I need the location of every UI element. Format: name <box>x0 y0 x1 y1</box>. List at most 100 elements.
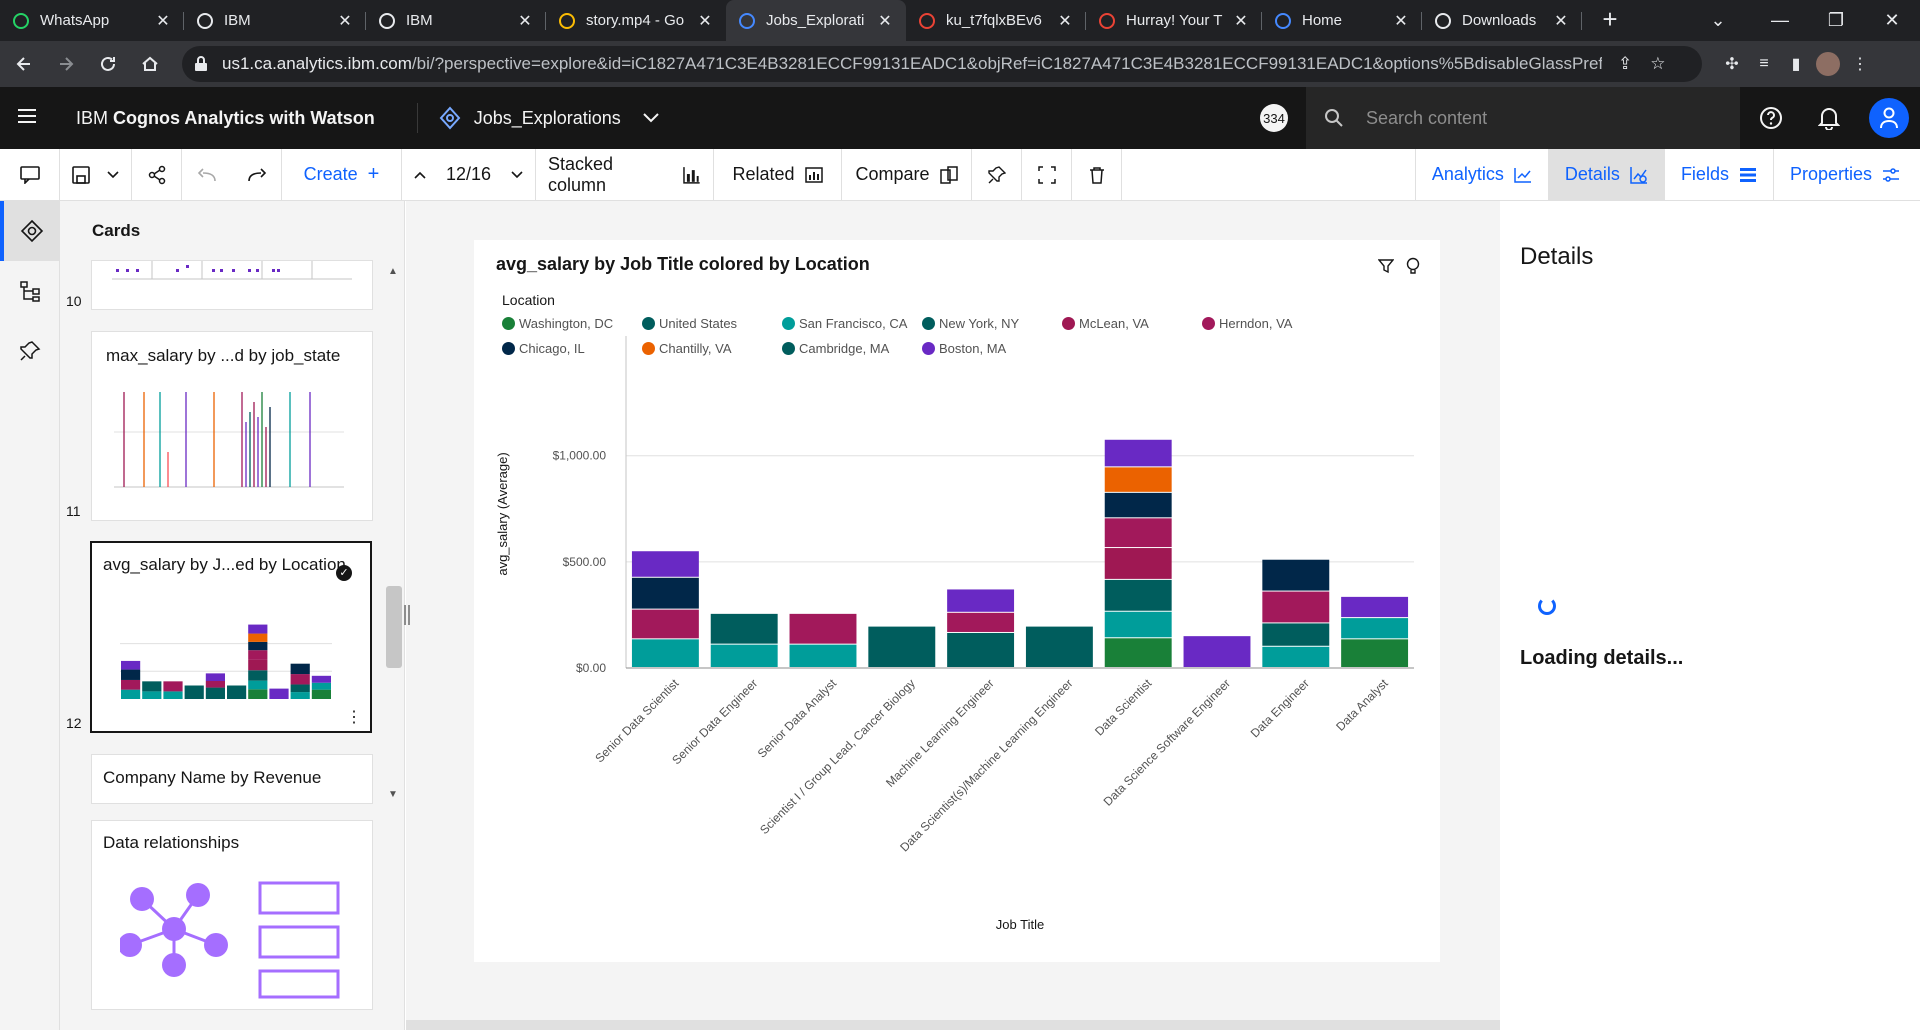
browser-tab[interactable]: Home ✕ <box>1262 0 1422 41</box>
tab-fields[interactable]: Fields <box>1663 148 1773 201</box>
notification-bell-icon[interactable] <box>1798 87 1860 149</box>
user-avatar-icon[interactable] <box>1858 87 1920 149</box>
browser-tab[interactable]: Downloads ✕ <box>1422 0 1582 41</box>
comment-icon[interactable] <box>0 148 60 201</box>
scroll-up-icon[interactable]: ▲ <box>388 266 398 277</box>
page-navigator[interactable]: 12/16 <box>402 148 536 201</box>
bar-segment[interactable] <box>1341 639 1409 667</box>
hamburger-menu-icon[interactable] <box>18 108 38 129</box>
bar-segment[interactable] <box>1025 626 1093 667</box>
delete-icon[interactable] <box>1072 148 1122 201</box>
save-icon[interactable] <box>72 165 90 184</box>
bar-segment[interactable] <box>947 632 1015 667</box>
panel-resize-handle[interactable] <box>404 605 410 625</box>
tab-details[interactable]: Details <box>1547 148 1664 201</box>
tab-properties[interactable]: Properties <box>1772 148 1920 201</box>
close-tab-icon[interactable]: ✕ <box>336 11 354 31</box>
card-overflow-menu-icon[interactable]: ⋮ <box>346 707 362 727</box>
bar-segment[interactable] <box>1183 636 1251 667</box>
bar-segment[interactable] <box>1104 439 1172 467</box>
browser-tab[interactable]: IBM ✕ <box>366 0 546 41</box>
browser-tab[interactable]: Hurray! Your T ✕ <box>1086 0 1262 41</box>
share-icon[interactable]: ⇪ <box>1618 54 1632 74</box>
browser-menu-icon[interactable]: ⋮ <box>1844 46 1876 82</box>
card-company-name-by-revenue[interactable]: Company Name by Revenue <box>91 754 373 804</box>
bar-segment[interactable] <box>1341 596 1409 618</box>
save-menu[interactable] <box>60 148 132 201</box>
bar-segment[interactable] <box>947 612 1015 632</box>
side-panel-icon[interactable]: ▮ <box>1780 46 1812 82</box>
browser-tab[interactable]: IBM ✕ <box>184 0 366 41</box>
bar-segment[interactable] <box>868 626 936 667</box>
browser-tab[interactable]: ku_t7fqlxBEv6 ✕ <box>906 0 1086 41</box>
close-tab-icon[interactable]: ✕ <box>696 11 714 31</box>
cards-scrollbar-thumb[interactable] <box>386 586 402 668</box>
bar-segment[interactable] <box>631 551 699 577</box>
new-tab-icon[interactable]: + <box>1590 4 1630 35</box>
bar-segment[interactable] <box>631 609 699 639</box>
create-button[interactable]: Create + <box>282 148 402 201</box>
url-field[interactable]: us1.ca.analytics.ibm.com/bi/?perspective… <box>182 46 1702 82</box>
bar-segment[interactable] <box>631 577 699 609</box>
close-tab-icon[interactable]: ✕ <box>516 11 534 31</box>
forward-icon[interactable] <box>48 46 84 82</box>
bar-segment[interactable] <box>1262 623 1330 646</box>
lock-icon[interactable] <box>194 56 208 72</box>
related-button[interactable]: Related <box>714 148 842 201</box>
browser-tab[interactable]: Jobs_Explorati ✕ <box>726 0 906 41</box>
tab-analytics[interactable]: Analytics <box>1414 148 1548 201</box>
exploration-switcher[interactable]: Jobs_Explorations <box>438 106 659 130</box>
scroll-down-icon[interactable]: ▼ <box>388 789 398 800</box>
chevron-down-icon[interactable] <box>511 170 523 179</box>
chart-card[interactable]: avg_salary by Job Title colored by Locat… <box>474 240 1440 962</box>
chevron-up-icon[interactable] <box>414 171 426 179</box>
profile-avatar[interactable] <box>1812 46 1844 82</box>
close-tab-icon[interactable]: ✕ <box>1552 11 1570 31</box>
bar-segment[interactable] <box>1262 559 1330 591</box>
canvas-bottom-splitter[interactable] <box>406 1020 1500 1030</box>
tab-search-icon[interactable]: ⌄ <box>1690 0 1746 41</box>
bookmark-star-icon[interactable]: ☆ <box>1650 54 1665 74</box>
browser-tab[interactable]: story.mp4 - Go ✕ <box>546 0 726 41</box>
close-window-icon[interactable]: ✕ <box>1864 0 1920 41</box>
card-12[interactable]: avg_salary by J...ed by Location ✓ ⋮ <box>90 541 372 733</box>
rail-cards-button[interactable] <box>0 201 60 261</box>
restore-icon[interactable]: ❐ <box>1808 0 1864 41</box>
focus-frame-icon[interactable] <box>1022 148 1072 201</box>
bar-segment[interactable] <box>1104 579 1172 611</box>
cards-scrollbar[interactable] <box>385 264 403 804</box>
bar-segment[interactable] <box>631 639 699 667</box>
bar-segment[interactable] <box>1104 611 1172 638</box>
bar-segment[interactable] <box>710 644 778 667</box>
rail-hierarchy-button[interactable] <box>0 261 60 321</box>
bar-segment[interactable] <box>789 613 857 644</box>
bar-segment[interactable] <box>710 613 778 644</box>
close-tab-icon[interactable]: ✕ <box>876 11 894 31</box>
search-input[interactable]: Search content <box>1306 87 1740 149</box>
bar-segment[interactable] <box>1104 548 1172 579</box>
compare-button[interactable]: Compare <box>842 148 972 201</box>
undo-icon[interactable] <box>182 149 232 201</box>
bar-segment[interactable] <box>947 589 1015 612</box>
redo-icon[interactable] <box>232 148 282 201</box>
chart-type-button[interactable]: Stacked column <box>536 148 714 201</box>
bar-segment[interactable] <box>1104 492 1172 518</box>
bar-segment[interactable] <box>1262 646 1330 667</box>
close-tab-icon[interactable]: ✕ <box>154 11 172 31</box>
bar-segment[interactable] <box>789 644 857 667</box>
bar-segment[interactable] <box>1104 467 1172 492</box>
reload-icon[interactable] <box>90 46 126 82</box>
close-tab-icon[interactable]: ✕ <box>1232 11 1250 31</box>
card-data-relationships[interactable]: Data relationships <box>91 820 373 1010</box>
rail-pin-button[interactable] <box>0 321 60 381</box>
card-10[interactable] <box>91 260 373 310</box>
card-11[interactable]: max_salary by ...d by job_state <box>91 331 373 521</box>
home-icon[interactable] <box>132 46 168 82</box>
bar-segment[interactable] <box>1341 618 1409 639</box>
bar-segment[interactable] <box>1262 591 1330 623</box>
pin-icon[interactable] <box>972 148 1022 201</box>
notifications-count-badge[interactable]: 334 <box>1243 87 1305 149</box>
back-icon[interactable] <box>6 46 42 82</box>
close-tab-icon[interactable]: ✕ <box>1392 11 1410 31</box>
extensions-icon[interactable]: ✣ <box>1716 46 1748 82</box>
